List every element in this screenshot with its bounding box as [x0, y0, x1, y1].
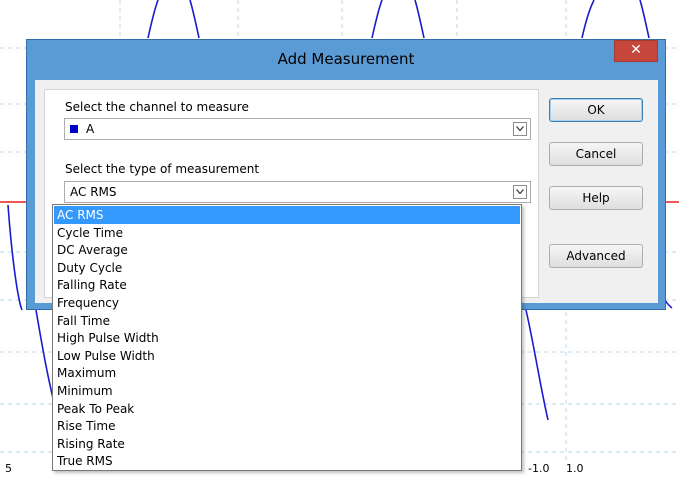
close-button[interactable]: ✕ [614, 40, 658, 62]
dropdown-option[interactable]: Frequency [54, 294, 520, 312]
channel-color-swatch [70, 125, 78, 133]
chevron-down-icon[interactable] [513, 122, 527, 136]
dropdown-option[interactable]: High Pulse Width [54, 329, 520, 347]
dialog-title: Add Measurement [277, 50, 415, 68]
dropdown-option[interactable]: Rising Rate [54, 435, 520, 453]
dropdown-option[interactable]: DC Average [54, 241, 520, 259]
x-tick-label: 1.0 [566, 462, 584, 475]
channel-name: A [86, 122, 95, 136]
dropdown-option[interactable]: Fall Time [54, 312, 520, 330]
dropdown-option[interactable]: Rise Time [54, 417, 520, 435]
dropdown-option[interactable]: Duty Cycle [54, 259, 520, 277]
help-button[interactable]: Help [549, 186, 643, 210]
dropdown-option[interactable]: Peak To Peak [54, 400, 520, 418]
chevron-down-icon[interactable] [513, 185, 527, 199]
channel-value: A [70, 122, 94, 136]
dropdown-option[interactable]: Low Pulse Width [54, 347, 520, 365]
dropdown-option[interactable]: Minimum [54, 382, 520, 400]
x-tick-label: 5 [5, 462, 12, 475]
channel-select[interactable]: A [64, 118, 531, 140]
close-icon: ✕ [630, 42, 642, 58]
dropdown-option[interactable]: Falling Rate [54, 276, 520, 294]
dropdown-option[interactable]: Cycle Time [54, 224, 520, 242]
measurement-type-label: Select the type of measurement [65, 162, 260, 176]
cancel-button[interactable]: Cancel [549, 142, 643, 166]
dialog-titlebar[interactable]: Add Measurement ✕ [27, 40, 665, 80]
dropdown-option[interactable]: AC RMS [54, 206, 520, 224]
dropdown-option[interactable]: Maximum [54, 364, 520, 382]
dropdown-option[interactable]: True RMS [54, 452, 520, 470]
channel-label: Select the channel to measure [65, 100, 249, 114]
advanced-button[interactable]: Advanced [549, 244, 643, 268]
measurement-type-select[interactable]: AC RMS [64, 181, 531, 203]
measurement-type-dropdown-list: AC RMS Cycle Time DC Average Duty Cycle Fall… [52, 204, 522, 471]
ok-button[interactable]: OK [549, 98, 643, 122]
measurement-type-value: AC RMS [70, 185, 117, 199]
x-tick-label: -1.0 [528, 462, 550, 475]
